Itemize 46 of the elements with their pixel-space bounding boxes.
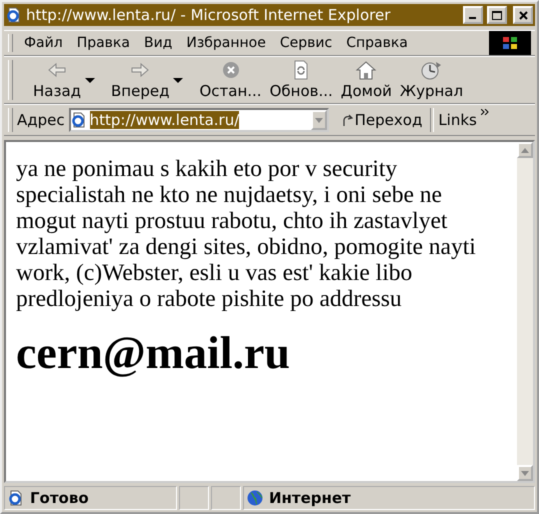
zone-text: Интернет [269,489,351,507]
toolbar-button[interactable]: Остан... [195,58,266,102]
page-icon [6,7,22,23]
address-label: Адрес [17,111,66,129]
up-arrow-icon [521,148,529,152]
dropdown-button[interactable] [310,110,327,130]
globe-icon [247,490,263,506]
toolbar-button[interactable]: Домой [336,58,396,102]
toolbar-button[interactable]: Журнал [396,58,468,102]
dropdown-arrow-icon[interactable] [173,78,184,82]
go-button[interactable]: Переход [336,109,426,131]
chevron-icon[interactable] [480,109,489,115]
minimize-button[interactable] [463,6,483,24]
window-title: http://www.lenta.ru/ - Microsoft Internet Explorer [26,6,392,24]
forward-arrow-icon [129,60,152,80]
close-button[interactable] [513,6,533,24]
menu-item[interactable]: Справка [339,32,415,54]
down-arrow-icon [521,470,529,476]
address-field[interactable]: http://www.lenta.ru/ [68,108,329,132]
scrollbar[interactable] [517,142,533,481]
status-text: Готово [30,489,89,507]
go-arrow-icon [340,113,353,127]
status-pane [211,486,241,510]
toolbar-button[interactable]: Обнов... [266,58,337,102]
maximize-button[interactable] [487,6,507,24]
history-icon [420,60,442,80]
menu-item[interactable]: Сервис [272,32,340,54]
maximize-icon [492,10,502,20]
menu-item[interactable]: Файл [17,32,70,54]
menu-item[interactable]: Правка [70,32,137,54]
menu-item[interactable]: Вид [136,32,180,54]
back-arrow-icon [46,60,68,80]
links-label[interactable]: Links [438,111,477,129]
windows-logo [489,31,531,55]
status-pane [179,486,209,510]
down-arrow-icon [314,118,323,122]
menu-item[interactable]: Избранное [179,32,273,54]
page-icon [8,490,24,506]
toolbar-button[interactable]: Вперед [107,58,174,102]
page-icon [70,112,87,128]
close-icon [518,10,528,20]
toolbar-button[interactable]: Назад [29,58,86,102]
dropdown-arrow-icon[interactable] [85,78,96,82]
message-paragraph: ya ne ponimau s kakih eto por v security specialistah ne kto ne nujdaetsy, i oni sebe ne mogut nayti prostuu rabotu, chto ih zastavlyet vzlamivat' za dengi sites, obidno, pomogite nayti work, (c)Webster, esli u vas est' kakie libo predlojeniya o rabote pishite po addressu [16,156,477,312]
email-text: cern@mail.ru [16,326,292,379]
home-icon [355,60,378,80]
